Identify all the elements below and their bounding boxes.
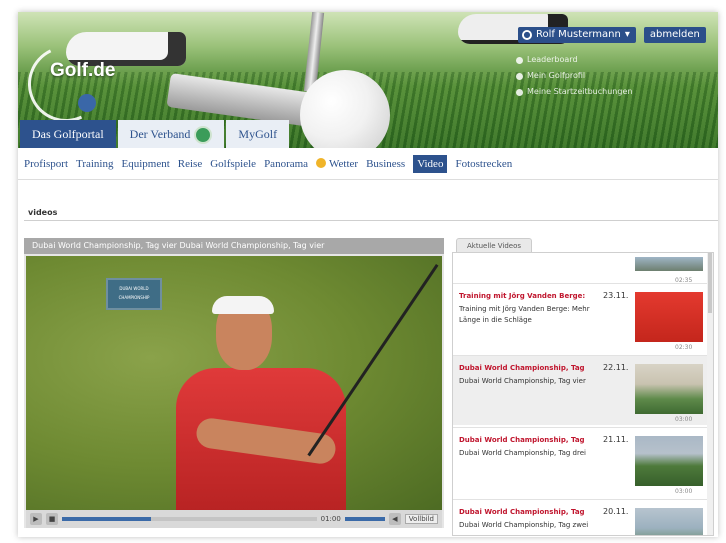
bullet-icon [516,72,523,80]
nav-item-golfspiele[interactable]: Golfspiele [210,158,256,170]
list-item-desc: Dubai World Championship, Tag zwei [459,521,589,529]
golf-club-image [307,264,439,457]
list-item-title[interactable]: Dubai World Championship, Tag [459,508,585,516]
golfer-cap-image [212,296,274,314]
video-thumbnail[interactable] [635,364,703,414]
list-item-title[interactable]: Training mit Jörg Vanden Berge: [459,292,585,300]
tab-golfportal[interactable]: Das Golfportal [20,120,116,148]
video-list: 02:35 Training mit Jörg Vanden Berge: 23… [452,252,714,536]
bullet-icon [516,88,523,96]
video-duration: 02:30 [675,344,693,351]
speaker-icon[interactable]: ◀ [388,513,401,525]
logo-text: Golf.de [50,60,116,81]
scrollbar[interactable] [707,253,713,535]
video-thumbnail[interactable] [635,257,703,271]
header-banner: Golf.de ● Rolf Mustermann ▾ abmelden Lea… [18,12,718,148]
stop-icon[interactable]: ■ [46,513,58,525]
tab-aktuelle-videos[interactable]: Aktuelle Videos [456,238,533,253]
progress-bar[interactable] [62,517,317,521]
list-item-desc: Dubai World Championship, Tag drei [459,449,586,457]
list-item[interactable]: Training mit Jörg Vanden Berge: 23.11. T… [453,283,711,353]
volume-slider[interactable] [344,517,385,521]
list-item-title[interactable]: Dubai World Championship, Tag [459,364,585,372]
nav-item-wetter[interactable]: Wetter [316,157,358,170]
scrollbar-thumb[interactable] [708,253,712,313]
logout-button[interactable]: abmelden [643,27,706,43]
nav-item-business[interactable]: Business [366,158,405,170]
video-thumbnail[interactable] [635,508,703,535]
tournament-logo: DUBAI WORLD CHAMPIONSHIP [106,278,162,310]
nav-item-equipment[interactable]: Equipment [122,158,170,170]
section-label: videos [28,208,58,217]
list-item-desc: Dubai World Championship, Tag vier [459,377,586,385]
user-link[interactable]: Mein Golfprofil [516,68,632,84]
player-controls: ▶ ■ 01:00 ◀ Vollbild [26,510,442,528]
logo-dot-icon [78,94,96,112]
nav-item-reise[interactable]: Reise [178,158,202,170]
video-thumbnail[interactable] [635,436,703,486]
nav-item-panorama[interactable]: Panorama [264,158,308,170]
site-logo[interactable]: Golf.de [18,35,128,133]
chevron-down-icon: ▾ [624,29,630,40]
video-duration: 03:00 [675,416,693,423]
user-link[interactable]: Meine Startzeitbuchungen [516,84,632,100]
sun-icon [316,157,327,168]
list-item-date: 20.11. [603,507,629,516]
list-item-date: 22.11. [603,363,629,372]
nav-item-training[interactable]: Training [76,158,114,170]
divider [24,220,718,221]
video-frame[interactable]: DUBAI WORLD CHAMPIONSHIP [26,256,442,510]
list-item[interactable]: Dubai World Championship, Tag 22.11. Dub… [453,355,711,425]
nav-item-video[interactable]: Video [413,154,448,173]
tab-mygolf[interactable]: MyGolf [226,120,290,148]
portal-tabs: Das Golfportal Der Verband MyGolf [20,120,291,148]
progress-fill [62,517,152,521]
nav-item-profisport[interactable]: Profisport [24,158,68,170]
user-name: Rolf Mustermann [536,29,621,40]
user-icon: ● [522,30,532,40]
user-bar: ● Rolf Mustermann ▾ abmelden [518,26,706,44]
verband-badge-icon [194,126,213,145]
user-link[interactable]: Leaderboard [516,52,632,68]
play-icon[interactable]: ▶ [30,513,42,525]
list-item-title[interactable]: Dubai World Championship, Tag [459,436,585,444]
list-item-date: 21.11. [603,435,629,444]
user-menu-dropdown[interactable]: ● Rolf Mustermann ▾ [518,27,636,43]
player-title: Dubai World Championship, Tag vier Dubai… [24,238,444,254]
video-thumbnail[interactable] [635,292,703,342]
list-item-desc: Training mit Jörg Vanden Berge: Mehr Län… [459,305,590,324]
fullscreen-button[interactable]: Vollbild [404,514,438,524]
main-nav: Profisport Training Equipment Reise Golf… [18,148,718,180]
time-display: 01:00 [320,515,341,523]
page: Golf.de ● Rolf Mustermann ▾ abmelden Lea… [18,12,718,537]
list-item[interactable]: Dubai World Championship, Tag 21.11. Dub… [453,427,711,497]
tab-verband[interactable]: Der Verband [117,120,225,148]
bullet-icon [516,56,523,64]
list-item[interactable]: Dubai World Championship, Tag 20.11. Dub… [453,499,711,535]
list-item-date: 23.11. [603,291,629,300]
video-duration: 03:00 [675,488,693,495]
video-player: Dubai World Championship, Tag vier Dubai… [24,238,444,528]
nav-item-fotostrecken[interactable]: Fotostrecken [455,158,512,170]
user-links: Leaderboard Mein Golfprofil Meine Startz… [516,52,632,100]
